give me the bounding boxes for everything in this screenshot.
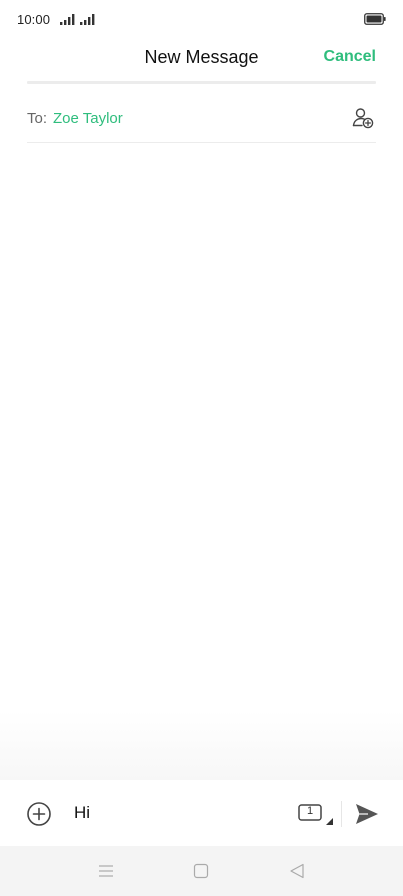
status-bar: 10:00 [0, 0, 403, 40]
signal-icon [60, 14, 75, 25]
send-icon[interactable] [354, 801, 380, 827]
status-time: 10:00 [17, 12, 51, 27]
home-icon[interactable] [192, 862, 210, 880]
navigation-bar [0, 846, 403, 896]
recipient-chip[interactable]: Zoe Taylor [53, 110, 123, 127]
sim-label: 1 [306, 805, 314, 817]
cancel-button[interactable]: Cancel [324, 48, 376, 66]
battery-icon [364, 13, 386, 25]
plus-circle-icon[interactable] [26, 801, 52, 827]
back-icon[interactable] [288, 862, 306, 880]
signal-icon [80, 14, 95, 25]
compose-bar: 1 [0, 780, 403, 846]
divider [341, 801, 342, 827]
add-contact-icon[interactable] [352, 107, 374, 129]
sim-selector[interactable]: 1 [298, 804, 334, 826]
message-input[interactable] [74, 801, 274, 825]
to-label: To: [27, 110, 48, 127]
message-area-fade [0, 710, 403, 780]
menu-icon[interactable] [97, 862, 115, 880]
header-divider [27, 81, 376, 84]
header: New Message Cancel [0, 38, 403, 78]
recipient-row[interactable]: To: Zoe Taylor [27, 96, 376, 143]
